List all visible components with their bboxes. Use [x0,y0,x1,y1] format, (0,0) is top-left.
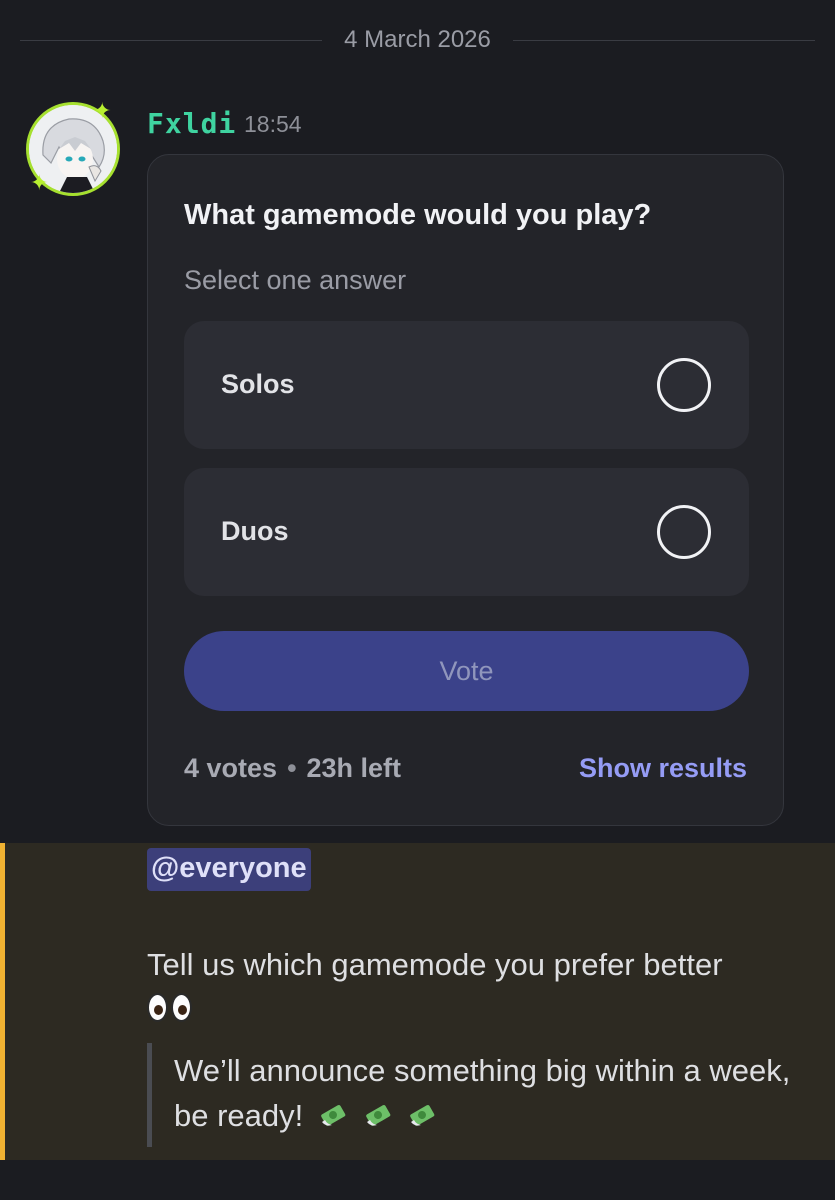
divider-date: 4 March 2026 [344,26,491,53]
money-with-wings-icon [321,1104,346,1126]
money-with-wings-icon [365,1104,390,1126]
eye-left [147,993,168,1022]
poll-option-solos[interactable]: Solos [184,321,749,449]
poll-card: What gamemode would you play? Select one… [147,154,784,826]
vote-button-label: Vote [439,655,494,686]
mention-highlighted-message: @everyone Tell us which gamemode you pre… [0,843,835,1160]
poll-question: What gamemode would you play? [184,199,652,231]
block-quote: We’ll announce something big within a we… [147,1043,807,1147]
eye-right [171,993,192,1022]
sparkle-icon: ✦ [93,98,112,123]
poll-option-duos[interactable]: Duos [184,468,749,596]
money-with-wings-icon [410,1104,435,1126]
quote-text: We’ll announce something big within a we… [174,1053,791,1133]
author-name[interactable]: Fxldi [147,107,236,140]
vote-button[interactable]: Vote [184,631,749,711]
divider-line-right [512,39,816,41]
separator-dot: • [287,753,297,783]
poll-subtitle: Select one answer [184,265,407,295]
radio-button-icon[interactable] [657,505,711,559]
poll-time-left: 23h left [306,753,402,783]
eyes-icon [147,993,192,1022]
poll-option-label: Duos [221,516,289,546]
message-text: Tell us which gamemode you prefer better [147,947,723,982]
message-timestamp: 18:54 [244,111,302,137]
show-results-link[interactable]: Show results [579,753,747,784]
poll-vote-count: 4 votes [184,753,278,783]
radio-button-icon[interactable] [657,358,711,412]
divider-line-left [20,39,323,41]
quote-text-container: We’ll announce something big within a we… [174,1049,794,1139]
poll-footer: 4 votes • 23h left [184,753,401,784]
poll-option-label: Solos [221,369,295,399]
sparkle-icon: ✦ [30,170,49,195]
everyone-mention[interactable]: @everyone [147,848,311,891]
bottom-background [0,1160,835,1200]
date-divider: 4 March 2026 [20,26,816,54]
